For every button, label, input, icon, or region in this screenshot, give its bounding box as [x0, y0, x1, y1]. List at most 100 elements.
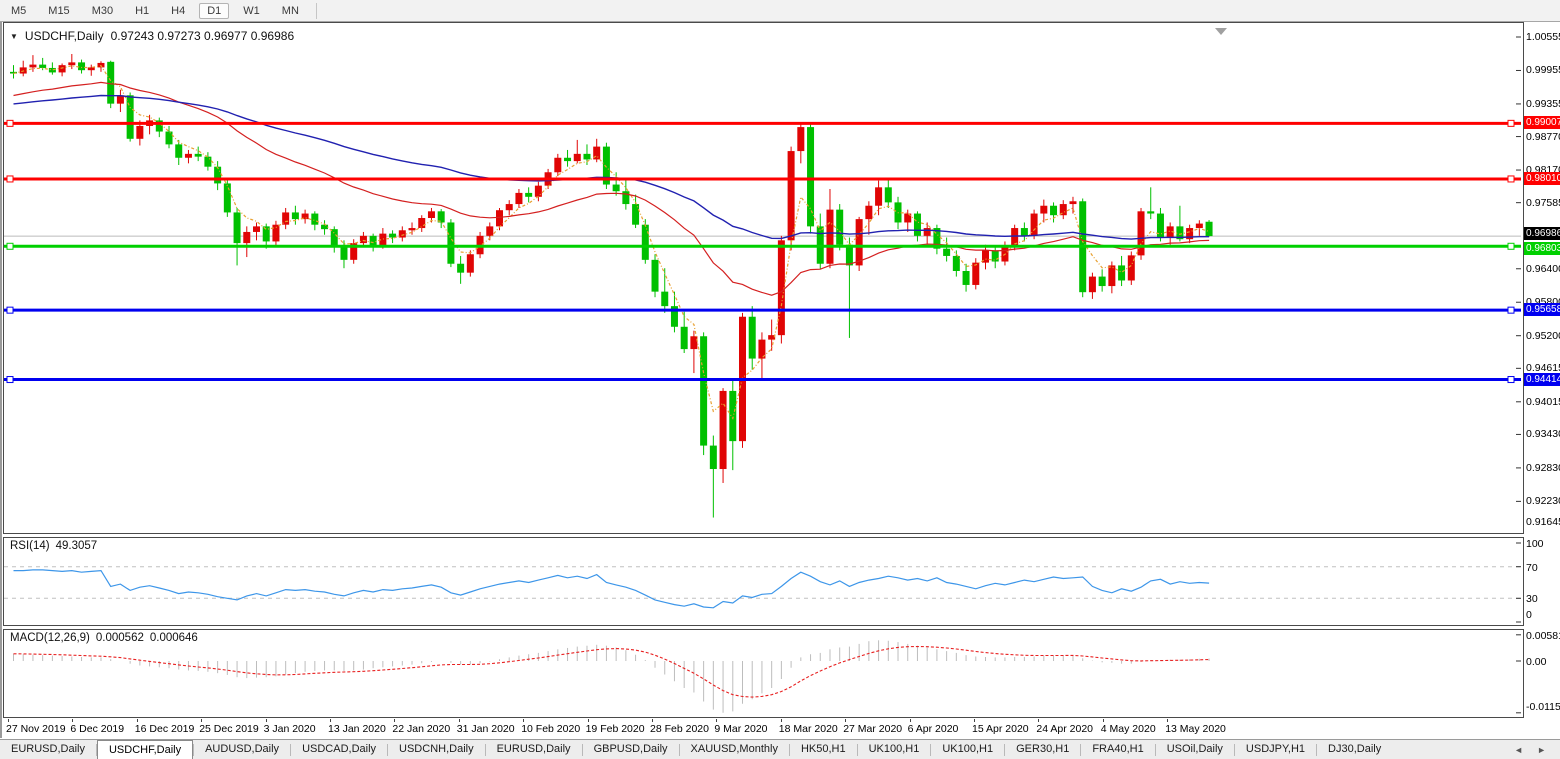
current-price-tag: 0.96986: [1524, 227, 1560, 240]
tab-uk100-h1[interactable]: UK100,H1: [931, 740, 1004, 759]
rsi-pane[interactable]: [3, 537, 1524, 626]
level-price-tag: 0.94414: [1524, 373, 1560, 386]
price-tick-label: 0.98770: [1526, 131, 1560, 143]
rsi-label: RSI(14) 49.3057: [10, 540, 97, 552]
timeframe-button-mn[interactable]: MN: [274, 3, 307, 19]
fast-ma-line: [14, 66, 1210, 419]
rsi-tick-label: 0: [1526, 609, 1532, 621]
mid-ma-line: [14, 82, 1210, 295]
level-price-tag: 0.98010: [1524, 172, 1560, 185]
tab-ger30-h1[interactable]: GER30,H1: [1005, 740, 1080, 759]
date-tick: [394, 719, 395, 722]
tab-usoil-daily[interactable]: USOil,Daily: [1156, 740, 1234, 759]
line-handle[interactable]: [7, 176, 13, 182]
tab-hk50-h1[interactable]: HK50,H1: [790, 740, 857, 759]
date-tick: [910, 719, 911, 722]
chart-title: ▼ USDCHF,Daily 0.97243 0.97273 0.96977 0…: [10, 29, 294, 43]
date-label: 27 Mar 2020: [843, 723, 902, 735]
trading-platform-window: M5 M15 M30 H1 H4 D1 W1 MN ▼ USDCHF,Daily 0.9724…: [0, 0, 1560, 759]
price-axis[interactable]: 1.005550.999550.993550.987700.981700.975…: [1524, 22, 1560, 534]
tab-usdcad-daily[interactable]: USDCAD,Daily: [291, 740, 387, 759]
timeframe-button-h4[interactable]: H4: [163, 3, 193, 19]
date-tick: [523, 719, 524, 722]
line-handle[interactable]: [7, 377, 13, 383]
slow-ma-line: [14, 96, 1210, 240]
timeframe-button-m15[interactable]: M15: [40, 3, 77, 19]
chart-shift-marker-icon[interactable]: [1215, 28, 1227, 35]
tab-eurusd-daily[interactable]: EURUSD,Daily: [486, 740, 582, 759]
rsi-value: 49.3057: [56, 540, 98, 552]
date-tick: [330, 719, 331, 722]
tab-audusd-daily[interactable]: AUDUSD,Daily: [194, 740, 290, 759]
date-label: 15 Apr 2020: [972, 723, 1029, 735]
macd-tick-label: -0.01151: [1526, 701, 1560, 713]
macd-axis: 0.0058180.00-0.01151: [1524, 629, 1560, 716]
line-handle[interactable]: [7, 120, 13, 126]
date-tick: [716, 719, 717, 722]
line-handle[interactable]: [1508, 243, 1514, 249]
line-handle[interactable]: [1508, 176, 1514, 182]
timeframe-toolbar: M5 M15 M30 H1 H4 D1 W1 MN: [0, 0, 1560, 22]
chart-dropdown-icon[interactable]: ▼: [10, 32, 18, 41]
macd-signal-value: 0.000646: [150, 632, 198, 644]
price-tick-label: 0.99955: [1526, 64, 1560, 76]
tab-usdjpy-h1[interactable]: USDJPY,H1: [1235, 740, 1316, 759]
tab-xauusd-monthly[interactable]: XAUUSD,Monthly: [680, 740, 789, 759]
date-tick: [974, 719, 975, 722]
date-label: 24 Apr 2020: [1036, 723, 1093, 735]
timeframe-button-h1[interactable]: H1: [127, 3, 157, 19]
timeframe-button-m30[interactable]: M30: [84, 3, 121, 19]
timeframe-button-m5[interactable]: M5: [3, 3, 34, 19]
date-tick: [201, 719, 202, 722]
line-handle[interactable]: [7, 243, 13, 249]
date-tick: [8, 719, 9, 722]
chart-ohlc-values: 0.97243 0.97273 0.96977 0.96986: [111, 29, 295, 43]
macd-histogram: [14, 640, 1210, 712]
date-label: 6 Apr 2020: [908, 723, 959, 735]
date-tick: [137, 719, 138, 722]
level-price-tag: 0.95658: [1524, 303, 1560, 316]
tab-scroll-left-icon[interactable]: ◄: [1514, 745, 1523, 755]
line-handle[interactable]: [1508, 120, 1514, 126]
date-tick: [459, 719, 460, 722]
window-left-border: [0, 22, 2, 738]
timeframe-button-w1[interactable]: W1: [235, 3, 268, 19]
date-label: 13 Jan 2020: [328, 723, 386, 735]
tab-usdchf-daily[interactable]: USDCHF,Daily: [97, 740, 193, 759]
tab-scroll-right-icon[interactable]: ►: [1537, 745, 1546, 755]
tab-gbpusd-daily[interactable]: GBPUSD,Daily: [583, 740, 679, 759]
macd-tick-label: 0.00: [1526, 656, 1546, 668]
rsi-tick-label: 100: [1526, 538, 1544, 550]
tab-fra40-h1[interactable]: FRA40,H1: [1081, 740, 1154, 759]
price-chart-pane[interactable]: [3, 22, 1524, 534]
candlestick-chart[interactable]: [4, 23, 1521, 531]
price-tick-label: 1.00555: [1526, 31, 1560, 43]
macd-name: MACD(12,26,9): [10, 632, 90, 644]
price-tick-label: 0.99355: [1526, 98, 1560, 110]
date-label: 31 Jan 2020: [457, 723, 515, 735]
date-label: 28 Feb 2020: [650, 723, 709, 735]
date-tick: [781, 719, 782, 722]
rsi-name: RSI(14): [10, 540, 50, 552]
tab-uk100-h1[interactable]: UK100,H1: [858, 740, 931, 759]
macd-pane[interactable]: [3, 629, 1524, 718]
level-price-tag: 0.96803: [1524, 242, 1560, 255]
price-tick-label: 0.96400: [1526, 263, 1560, 275]
date-tick: [1103, 719, 1104, 722]
price-tick-label: 0.91645: [1526, 516, 1560, 528]
tab-dj30-daily[interactable]: DJ30,Daily: [1317, 740, 1392, 759]
line-handle[interactable]: [1508, 377, 1514, 383]
timeframe-button-d1[interactable]: D1: [199, 3, 229, 19]
rsi-tick-label: 70: [1526, 562, 1538, 574]
tab-usdcnh-daily[interactable]: USDCNH,Daily: [388, 740, 485, 759]
line-handle[interactable]: [7, 307, 13, 313]
date-label: 3 Jan 2020: [264, 723, 316, 735]
tab-eurusd-daily[interactable]: EURUSD,Daily: [0, 740, 96, 759]
date-axis[interactable]: 27 Nov 20196 Dec 201916 Dec 201925 Dec 2…: [3, 719, 1522, 738]
line-handle[interactable]: [1508, 307, 1514, 313]
price-tick-label: 0.92230: [1526, 495, 1560, 507]
date-label: 13 May 2020: [1165, 723, 1226, 735]
date-label: 19 Feb 2020: [586, 723, 645, 735]
date-tick: [1038, 719, 1039, 722]
toolbar-separator: [316, 3, 317, 19]
